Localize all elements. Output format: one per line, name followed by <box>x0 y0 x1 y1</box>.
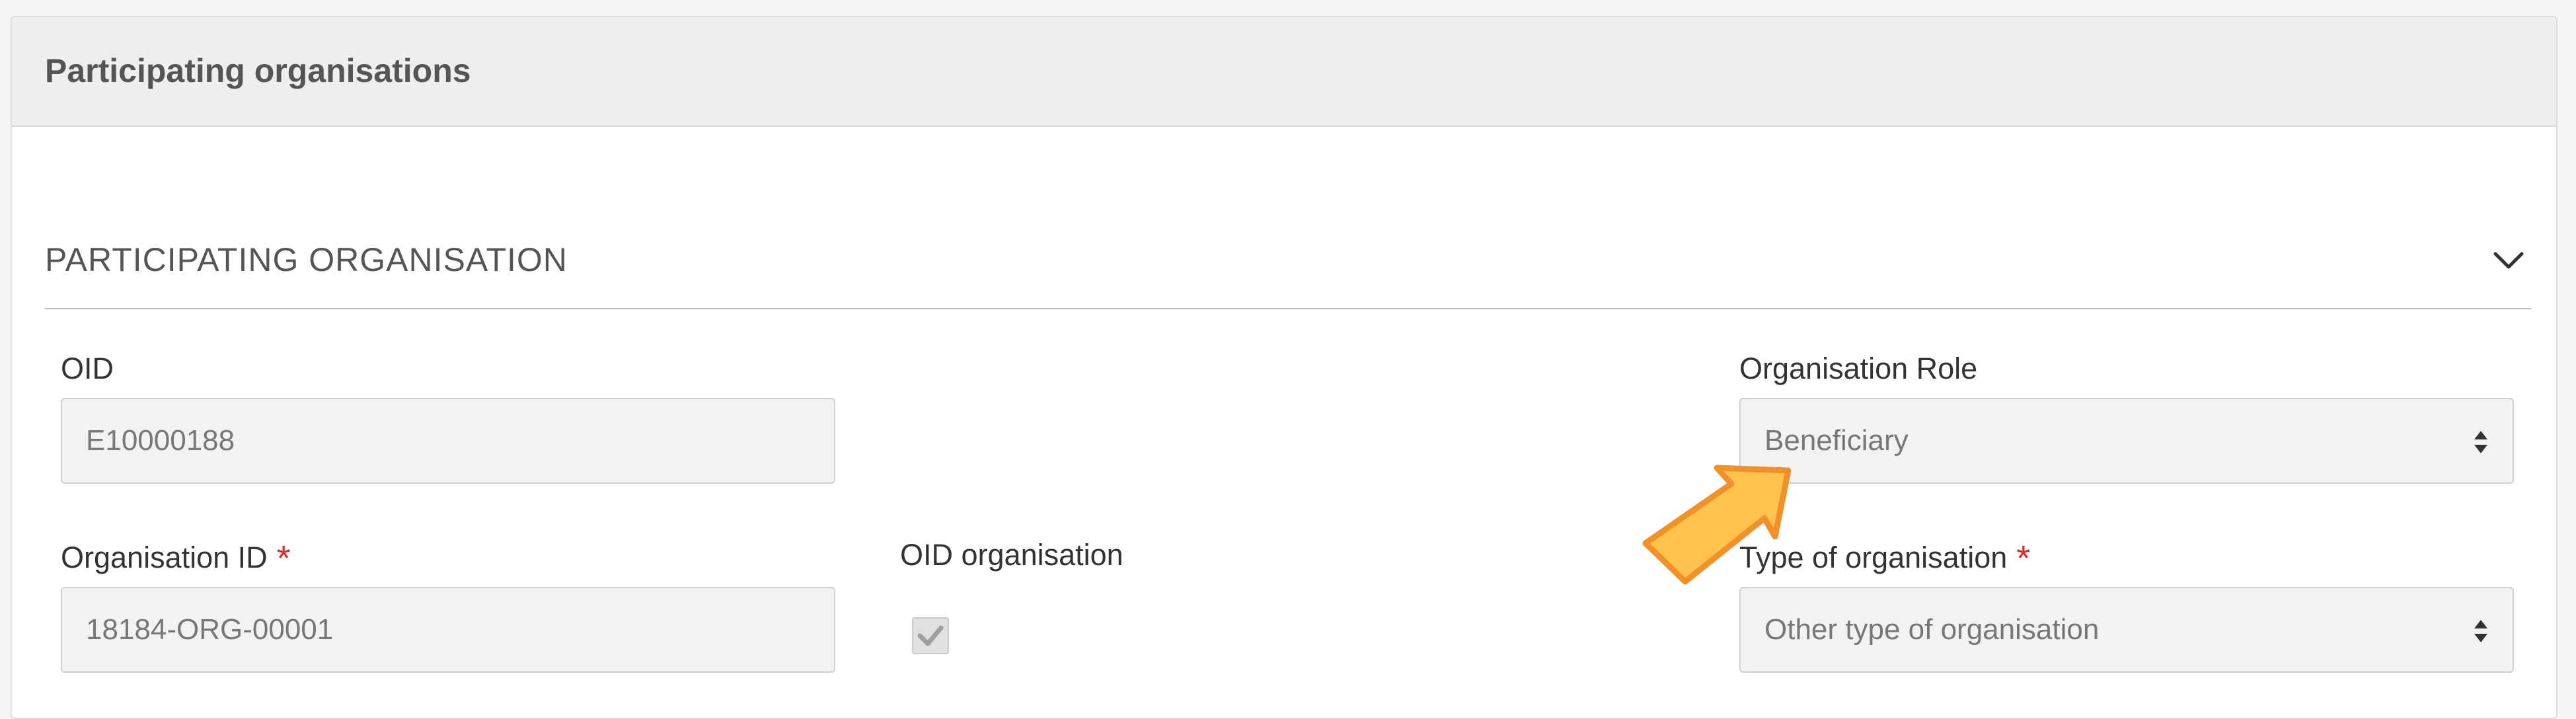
chevron-down-icon[interactable] <box>2491 247 2526 274</box>
section-title[interactable]: PARTICIPATING ORGANISATION <box>45 241 568 279</box>
card-header: Participating organisations <box>12 17 2556 127</box>
organisation-id-value: 18184-ORG-00001 <box>86 613 334 646</box>
organisation-role-value: Beneficiary <box>1764 424 1909 457</box>
organisation-id-label-text: Organisation ID <box>61 541 268 574</box>
organisation-id-input[interactable]: 18184-ORG-00001 <box>61 587 835 673</box>
type-of-organisation-value: Other type of organisation <box>1764 613 2100 646</box>
oid-label: OID <box>61 352 114 385</box>
required-marker: * <box>276 539 291 578</box>
oid-organisation-label: OID organisation <box>900 538 1123 572</box>
section-divider <box>45 308 2531 309</box>
type-of-organisation-select[interactable]: Other type of organisation <box>1739 587 2514 673</box>
organisation-role-label: Organisation Role <box>1739 352 1978 385</box>
participating-organisations-card: Participating organisations PARTICIPATIN… <box>11 16 2557 719</box>
organisation-id-label: Organisation ID * <box>61 538 291 579</box>
organisation-role-select[interactable]: Beneficiary <box>1739 398 2514 484</box>
card-title: Participating organisations <box>45 52 471 89</box>
sort-arrows-icon <box>2474 431 2487 453</box>
oid-value: E10000188 <box>86 424 235 457</box>
sort-arrows-icon <box>2474 620 2487 642</box>
oid-input[interactable]: E10000188 <box>61 398 835 484</box>
required-marker: * <box>2016 539 2031 578</box>
checkmark-icon <box>917 625 944 646</box>
oid-organisation-checkbox[interactable] <box>912 617 949 654</box>
pointer-arrow-icon <box>1642 465 1791 585</box>
